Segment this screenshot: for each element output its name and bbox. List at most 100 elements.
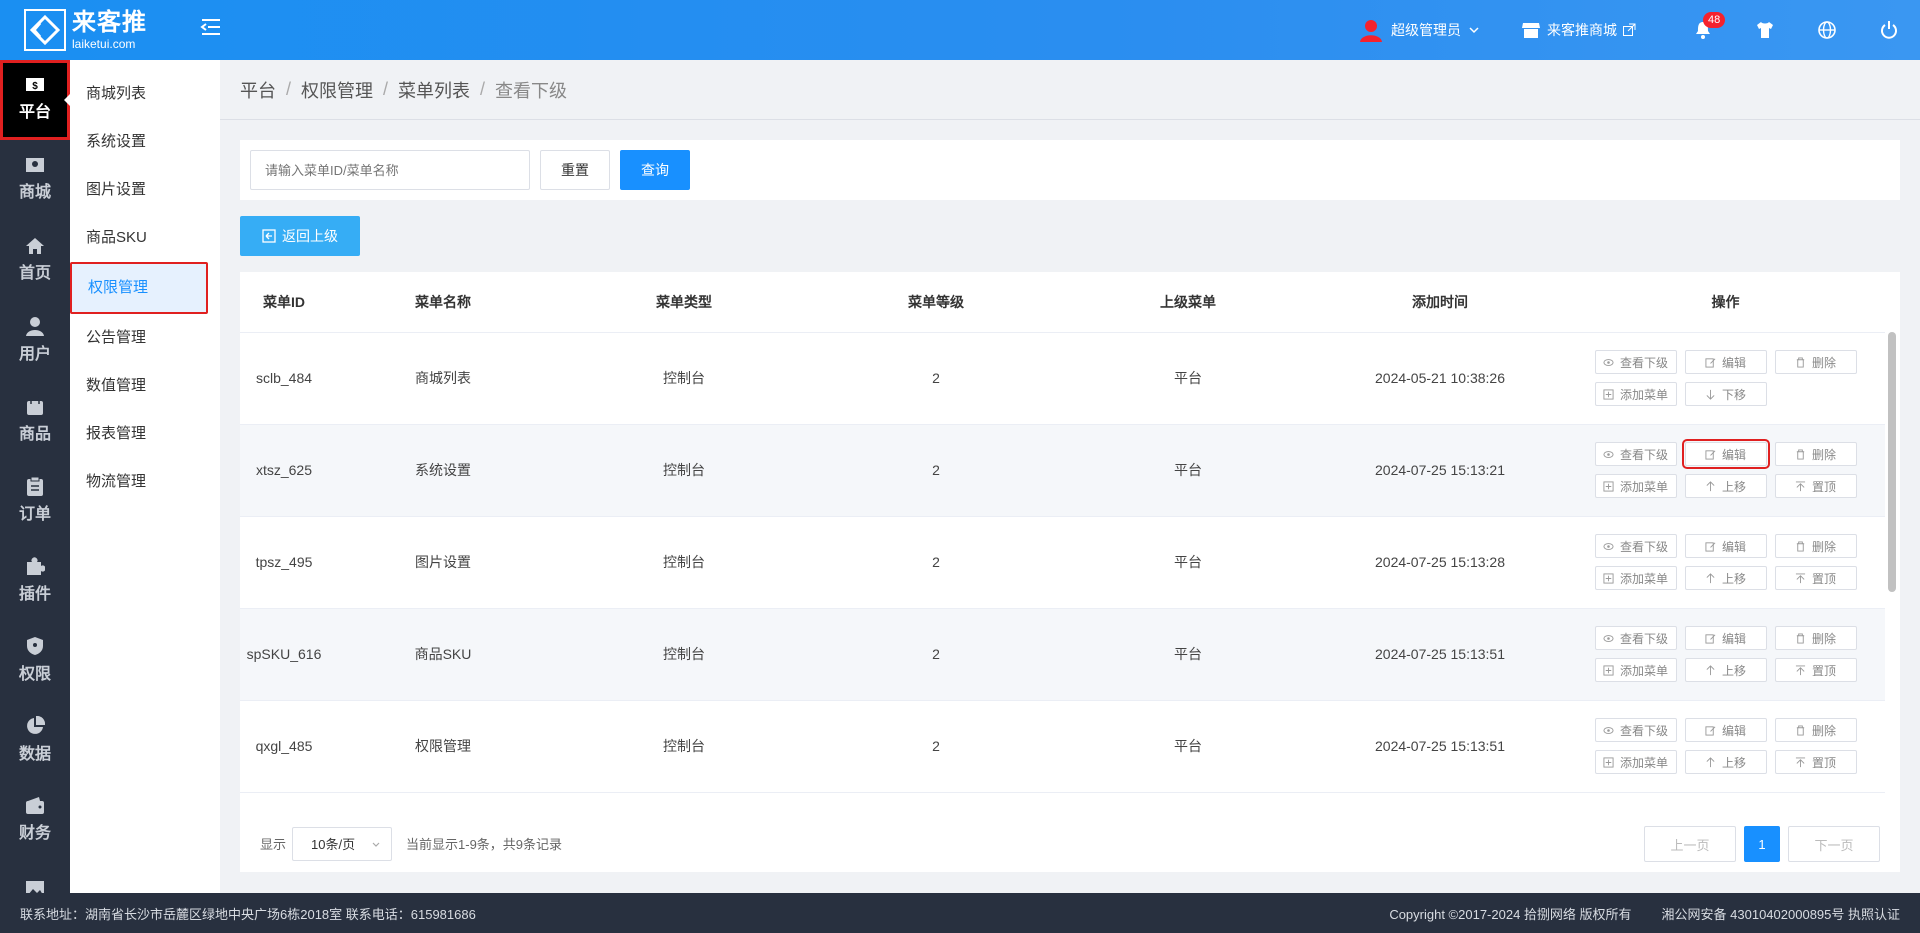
edit-button[interactable]: 编辑 bbox=[1684, 626, 1767, 650]
edit-button[interactable]: 编辑 bbox=[1681, 439, 1770, 469]
nav-item-user[interactable]: 用户 bbox=[0, 300, 70, 380]
view-children-button[interactable]: 查看下级 bbox=[1594, 718, 1677, 742]
menu-type-cell: 控制台 bbox=[558, 700, 810, 793]
edit-button[interactable]: 编辑 bbox=[1684, 350, 1767, 374]
chevron-down-icon bbox=[1469, 27, 1479, 34]
submenu-item-logistics[interactable]: 物流管理 bbox=[70, 458, 220, 506]
shirt-icon bbox=[1757, 22, 1773, 38]
add-menu-button[interactable]: 添加菜单 bbox=[1594, 474, 1677, 498]
nav-item-store[interactable]: 商城 bbox=[0, 140, 70, 220]
submenu-item-values[interactable]: 数值管理 bbox=[70, 362, 220, 410]
nav-item-plugin[interactable]: 插件 bbox=[0, 540, 70, 620]
eye-icon bbox=[1603, 725, 1617, 736]
nav-item-more[interactable] bbox=[0, 860, 70, 893]
user-icon bbox=[26, 317, 44, 336]
logo[interactable]: 来客推 laiketui.com bbox=[24, 9, 147, 51]
trash-icon bbox=[1795, 540, 1809, 552]
notification-button[interactable]: 48 bbox=[1672, 0, 1734, 60]
add-menu-button[interactable]: 添加菜单 bbox=[1594, 750, 1677, 774]
arrow-up-icon bbox=[1705, 572, 1719, 584]
action-label: 编辑 bbox=[1721, 539, 1746, 554]
footer-icp[interactable]: 湘公网安备 43010402000895号 执照认证 bbox=[1662, 904, 1900, 923]
search-input[interactable] bbox=[250, 150, 530, 190]
nav-label: 首页 bbox=[18, 265, 51, 282]
move-up-button[interactable]: 上移 bbox=[1684, 750, 1767, 774]
delete-button[interactable]: 删除 bbox=[1774, 350, 1857, 374]
column-header: 上级菜单 bbox=[1062, 272, 1314, 333]
search-bar: 重置 查询 bbox=[240, 140, 1900, 200]
pin-top-button[interactable]: 置顶 bbox=[1774, 474, 1857, 498]
nav-item-platform[interactable]: $ 平台 bbox=[0, 60, 70, 140]
pin-top-icon bbox=[1795, 480, 1809, 492]
language-button[interactable] bbox=[1796, 0, 1858, 60]
per-page-select[interactable]: 10条/页 bbox=[292, 826, 393, 861]
submenu-item-permission[interactable]: 权限管理 bbox=[70, 262, 208, 314]
submenu-item-system-settings[interactable]: 系统设置 bbox=[70, 118, 220, 166]
breadcrumb-item[interactable]: 平台 bbox=[240, 77, 276, 103]
theme-button[interactable] bbox=[1734, 0, 1796, 60]
nav-item-home[interactable]: 首页 bbox=[0, 220, 70, 300]
view-children-button[interactable]: 查看下级 bbox=[1594, 626, 1677, 650]
action-label: 添加菜单 bbox=[1619, 479, 1668, 494]
pin-top-button[interactable]: 置顶 bbox=[1774, 750, 1857, 774]
delete-button[interactable]: 删除 bbox=[1774, 534, 1857, 558]
menu-type-cell: 控制台 bbox=[558, 332, 810, 425]
pin-top-button[interactable]: 置顶 bbox=[1774, 566, 1857, 590]
action-label: 查看下级 bbox=[1619, 631, 1668, 646]
added-time-cell: 2024-07-25 15:13:28 bbox=[1314, 516, 1566, 609]
table-row: xtsz_625 系统设置 控制台 2 平台 2024-07-25 15:13:21 查看下… bbox=[240, 424, 1885, 517]
submenu-item-goods-sku[interactable]: 商品SKU bbox=[70, 214, 220, 262]
action-label: 置顶 bbox=[1811, 663, 1836, 678]
reset-button[interactable]: 重置 bbox=[540, 150, 610, 190]
move-up-button[interactable]: 上移 bbox=[1684, 658, 1767, 682]
page-number-button[interactable]: 1 bbox=[1744, 826, 1780, 862]
wallet-icon bbox=[26, 797, 44, 814]
view-children-button[interactable]: 查看下级 bbox=[1594, 350, 1677, 374]
add-menu-button[interactable]: 添加菜单 bbox=[1594, 658, 1677, 682]
edit-button[interactable]: 编辑 bbox=[1684, 718, 1767, 742]
delete-button[interactable]: 删除 bbox=[1774, 626, 1857, 650]
bag-icon bbox=[27, 396, 43, 415]
nav-label: 财务 bbox=[18, 825, 51, 842]
move-up-button[interactable]: 上移 bbox=[1684, 566, 1767, 590]
submenu-item-mall-list[interactable]: 商城列表 bbox=[70, 70, 220, 118]
delete-button[interactable]: 删除 bbox=[1774, 718, 1857, 742]
prev-page-button[interactable]: 上一页 bbox=[1644, 826, 1736, 862]
add-menu-button[interactable]: 添加菜单 bbox=[1594, 566, 1677, 590]
table-scrollbar[interactable] bbox=[1888, 332, 1896, 592]
column-header: 菜单等级 bbox=[810, 272, 1062, 333]
submenu-item-notice[interactable]: 公告管理 bbox=[70, 314, 220, 362]
query-button[interactable]: 查询 bbox=[620, 150, 690, 190]
pin-top-button[interactable]: 置顶 bbox=[1774, 658, 1857, 682]
action-label: 置顶 bbox=[1811, 479, 1836, 494]
plus-square-icon bbox=[1603, 756, 1617, 768]
breadcrumb-item[interactable]: 权限管理 bbox=[301, 77, 373, 103]
menu-table: 菜单ID 菜单名称 菜单类型 菜单等级 上级菜单 添加时间 操作 sclb_48… bbox=[240, 272, 1900, 872]
menu-level-cell: 2 bbox=[810, 424, 1062, 517]
nav-item-order[interactable]: 订单 bbox=[0, 460, 70, 540]
menu-fold-icon[interactable] bbox=[200, 17, 224, 41]
nav-item-data[interactable]: 数据 bbox=[0, 700, 70, 780]
nav-item-finance[interactable]: 财务 bbox=[0, 780, 70, 860]
column-header: 菜单名称 bbox=[328, 272, 558, 333]
move-up-button[interactable]: 上移 bbox=[1684, 474, 1767, 498]
nav-item-goods[interactable]: 商品 bbox=[0, 380, 70, 460]
submenu-item-image-settings[interactable]: 图片设置 bbox=[70, 166, 220, 214]
edit-button[interactable]: 编辑 bbox=[1684, 534, 1767, 558]
logout-button[interactable] bbox=[1858, 0, 1920, 60]
submenu-item-reports[interactable]: 报表管理 bbox=[70, 410, 220, 458]
back-button[interactable]: 返回上级 bbox=[240, 216, 360, 256]
breadcrumb-item[interactable]: 菜单列表 bbox=[398, 77, 470, 103]
next-page-button[interactable]: 下一页 bbox=[1788, 826, 1880, 862]
nav-item-permission[interactable]: 权限 bbox=[0, 620, 70, 700]
move-down-button[interactable]: 下移 bbox=[1684, 382, 1767, 406]
actions-cell: 查看下级 编辑 删除添加菜单 上移 置顶 bbox=[1566, 700, 1885, 793]
menu-name-cell: 商品SKU bbox=[328, 608, 558, 701]
shop-link[interactable]: 来客推商城 bbox=[1521, 20, 1636, 40]
view-children-button[interactable]: 查看下级 bbox=[1594, 534, 1677, 558]
view-children-button[interactable]: 查看下级 bbox=[1594, 442, 1677, 466]
added-time-cell: 2024-07-25 15:13:21 bbox=[1314, 424, 1566, 517]
add-menu-button[interactable]: 添加菜单 bbox=[1594, 382, 1677, 406]
delete-button[interactable]: 删除 bbox=[1774, 442, 1857, 466]
user-menu[interactable]: 超级管理员 bbox=[1359, 18, 1481, 42]
